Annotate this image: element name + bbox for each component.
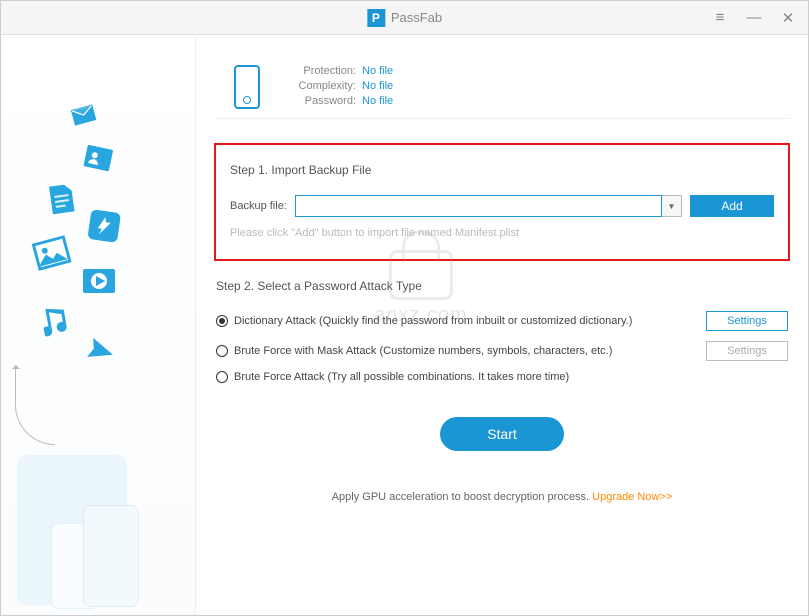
step1-import-section: Step 1. Import Backup File Backup file: … — [214, 143, 790, 261]
step2-title: Step 2. Select a Password Attack Type — [216, 279, 788, 293]
upgrade-link[interactable]: Upgrade Now>> — [592, 491, 672, 503]
phone-icon — [234, 65, 260, 109]
document-icon — [49, 184, 75, 218]
option-label: Brute Force Attack (Try all possible com… — [234, 371, 569, 383]
divider — [214, 118, 790, 119]
app-name: PassFab — [391, 10, 442, 25]
import-hint: Please click "Add" button to import file… — [230, 227, 774, 239]
video-icon — [81, 263, 117, 302]
complexity-value: No file — [362, 80, 393, 92]
option-brute-force: Brute Force Attack (Try all possible com… — [216, 371, 788, 383]
devices-illustration — [17, 455, 127, 605]
send-icon — [86, 338, 116, 367]
main-panel: Protection: No file Complexity: No file Pa… — [196, 35, 808, 615]
option-label: Dictionary Attack (Quickly find the pass… — [234, 315, 632, 327]
radio-dictionary-attack[interactable]: Dictionary Attack (Quickly find the pass… — [216, 315, 706, 327]
add-button[interactable]: Add — [690, 195, 774, 217]
radio-brute-force-mask[interactable]: Brute Force with Mask Attack (Customize … — [216, 345, 706, 357]
title-bar: P PassFab ≡ — ✕ — [1, 1, 808, 35]
settings-button-dictionary[interactable]: Settings — [706, 311, 788, 331]
photo-icon — [32, 235, 73, 274]
backup-file-label: Backup file: — [230, 200, 287, 212]
contacts-icon — [83, 145, 114, 175]
complexity-label: Complexity: — [276, 80, 356, 92]
appstore-icon — [87, 209, 121, 246]
option-dictionary-attack: Dictionary Attack (Quickly find the pass… — [216, 311, 788, 331]
option-brute-force-mask: Brute Force with Mask Attack (Customize … — [216, 341, 788, 361]
password-value: No file — [362, 95, 393, 107]
backup-file-input[interactable] — [295, 195, 662, 217]
footer: Apply GPU acceleration to boost decrypti… — [214, 491, 790, 503]
minimize-button[interactable]: — — [740, 4, 768, 32]
app-logo-icon: P — [367, 9, 385, 27]
footer-text: Apply GPU acceleration to boost decrypti… — [332, 491, 592, 503]
arrow-decoration — [15, 365, 55, 445]
settings-button-mask: Settings — [706, 341, 788, 361]
file-info: Protection: No file Complexity: No file Pa… — [234, 65, 790, 110]
radio-icon — [216, 371, 228, 383]
backup-file-dropdown[interactable]: ▼ — [662, 195, 682, 217]
radio-icon — [216, 315, 228, 327]
step1-title: Step 1. Import Backup File — [230, 163, 774, 177]
radio-brute-force[interactable]: Brute Force Attack (Try all possible com… — [216, 371, 788, 383]
protection-label: Protection: — [276, 65, 356, 77]
option-label: Brute Force with Mask Attack (Customize … — [234, 345, 612, 357]
sidebar — [1, 35, 196, 615]
protection-value: No file — [362, 65, 393, 77]
music-icon — [40, 305, 73, 342]
app-title-group: P PassFab — [367, 9, 442, 27]
start-button[interactable]: Start — [440, 417, 564, 451]
step2-attack-section: Step 2. Select a Password Attack Type Di… — [214, 279, 790, 383]
mail-icon — [71, 104, 97, 128]
menu-icon[interactable]: ≡ — [706, 4, 734, 32]
radio-icon — [216, 345, 228, 357]
password-label: Password: — [276, 95, 356, 107]
close-button[interactable]: ✕ — [774, 4, 802, 32]
